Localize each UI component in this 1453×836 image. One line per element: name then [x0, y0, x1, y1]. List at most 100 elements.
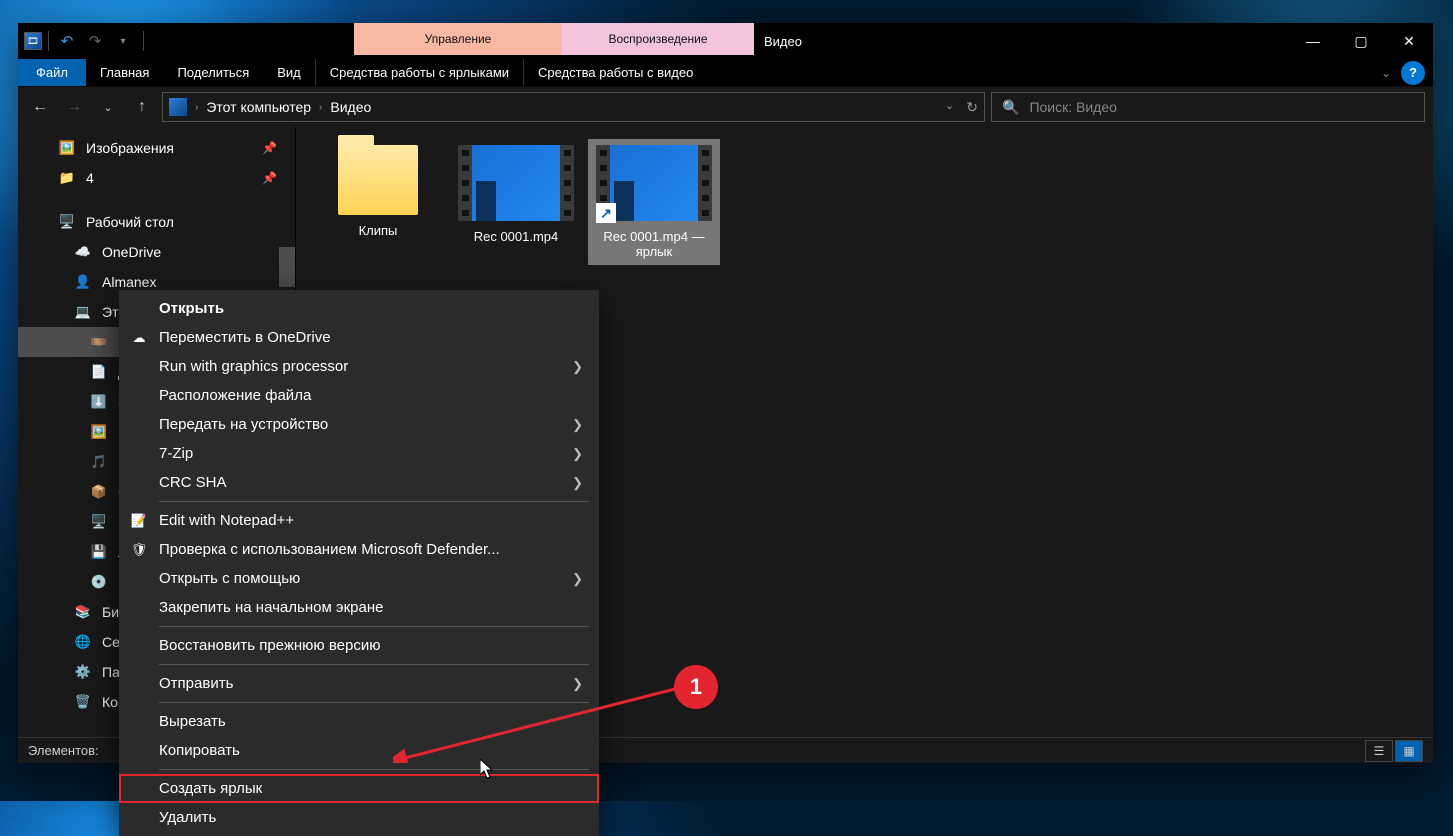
ribbon-tab-view[interactable]: Вид — [263, 59, 315, 86]
menu-item-label: Открыть с помощью — [159, 570, 300, 587]
context-menu-item[interactable]: Копировать — [119, 736, 599, 765]
menu-item-label: Передать на устройство — [159, 416, 328, 433]
folder-icon: 📦 — [90, 483, 108, 501]
close-button[interactable]: ✕ — [1385, 23, 1433, 59]
folder-icon: 📚 — [74, 603, 92, 621]
video-thumbnail: ↗ — [596, 145, 712, 221]
address-bar[interactable]: › Этот компьютер › Видео ⌄ ↻ — [162, 92, 985, 122]
submenu-arrow-icon: ❯ — [572, 417, 583, 433]
menu-item-label: Вырезать — [159, 713, 226, 730]
menu-item-label: Run with graphics processor — [159, 358, 348, 375]
title-bar: 🎞 ↶ ↷ ▾ Управление Воспроизведение Видео… — [18, 23, 1433, 59]
menu-item-label: Edit with Notepad++ — [159, 512, 294, 529]
context-menu-item[interactable]: Удалить — [119, 803, 599, 832]
submenu-arrow-icon: ❯ — [572, 359, 583, 375]
context-menu-item[interactable]: 7-Zip ❯ — [119, 439, 599, 468]
context-menu-item[interactable]: Открыть — [119, 294, 599, 323]
nav-up-button[interactable]: ↑ — [128, 93, 156, 121]
refresh-button[interactable]: ↻ — [966, 99, 978, 116]
context-menu-item[interactable]: 🛡Проверка с использованием Microsoft Def… — [119, 535, 599, 564]
submenu-arrow-icon: ❯ — [572, 446, 583, 462]
context-menu-item[interactable]: Run with graphics processor ❯ — [119, 352, 599, 381]
context-menu-item[interactable]: Передать на устройство ❯ — [119, 410, 599, 439]
context-menu-item[interactable]: Создать ярлык — [119, 774, 599, 803]
folder-icon: ☁️ — [74, 243, 92, 261]
context-menu-item[interactable]: Закрепить на начальном экране — [119, 593, 599, 622]
search-box[interactable]: 🔍 Поиск: Видео — [991, 92, 1425, 122]
sidebar-item[interactable]: 🖥️Рабочий стол — [18, 207, 295, 237]
location-icon — [169, 98, 187, 116]
breadcrumb-root[interactable]: Этот компьютер — [206, 99, 311, 115]
sidebar-item[interactable]: 🖼️Изображения📌 — [18, 133, 295, 163]
shortcut-overlay-icon: ↗ — [596, 203, 616, 223]
minimize-button[interactable]: ― — [1289, 23, 1337, 59]
tool-tab-manage[interactable]: Управление — [354, 23, 562, 55]
folder-icon: ⬇️ — [90, 393, 108, 411]
qat-dropdown[interactable]: ▾ — [111, 29, 135, 53]
folder-icon — [338, 145, 418, 215]
submenu-arrow-icon: ❯ — [572, 475, 583, 491]
folder-icon: 💻 — [74, 303, 92, 321]
menu-item-label: Открыть — [159, 300, 224, 317]
tool-tab-playback[interactable]: Воспроизведение — [562, 23, 754, 55]
folder-icon: 🖥️ — [90, 513, 108, 531]
menu-item-label: Расположение файла — [159, 387, 311, 404]
file-name: Rec 0001.mp4 — [456, 229, 576, 244]
ribbon-file-tab[interactable]: Файл — [18, 59, 86, 86]
sidebar-item-label: 4 — [86, 170, 94, 186]
annotation-marker: 1 — [674, 665, 718, 709]
folder-icon: ⚙️ — [74, 663, 92, 681]
menu-item-label: Закрепить на начальном экране — [159, 599, 383, 616]
context-menu-item[interactable]: Восстановить прежнюю версию — [119, 631, 599, 660]
undo-button[interactable]: ↶ — [55, 29, 79, 53]
file-item[interactable]: ↗Rec 0001.mp4 — ярлык — [588, 139, 720, 265]
window-title: Видео — [754, 23, 1289, 59]
address-dropdown-icon[interactable]: ⌄ — [945, 99, 954, 116]
sidebar-item-label: Almanex — [102, 274, 156, 290]
navigation-row: ← → ⌄ ↑ › Этот компьютер › Видео ⌄ ↻ 🔍 П… — [18, 87, 1433, 127]
folder-icon: 👤 — [74, 273, 92, 291]
file-item[interactable]: Клипы — [312, 139, 444, 244]
menu-item-label: 7-Zip — [159, 445, 193, 462]
breadcrumb-sep-icon: › — [195, 102, 198, 113]
quick-access-toolbar: 🎞 ↶ ↷ ▾ — [18, 23, 154, 59]
sidebar-item[interactable]: 📁4📌 — [18, 163, 295, 193]
ribbon-collapse-icon[interactable]: ⌄ — [1381, 66, 1391, 80]
view-large-icons-button[interactable]: ▦ — [1395, 740, 1423, 762]
file-name: Клипы — [318, 223, 438, 238]
menu-item-label: CRC SHA — [159, 474, 227, 491]
context-menu-item[interactable]: 📝Edit with Notepad++ — [119, 506, 599, 535]
sidebar-item[interactable]: ☁️OneDrive — [18, 237, 295, 267]
context-menu-item[interactable]: Открыть с помощью❯ — [119, 564, 599, 593]
breadcrumb-leaf[interactable]: Видео — [330, 99, 371, 115]
menu-item-label: Отправить — [159, 675, 233, 692]
ribbon-tabs: Файл Главная Поделиться Вид Средства раб… — [18, 59, 1433, 87]
view-details-button[interactable]: ☰ — [1365, 740, 1393, 762]
folder-icon: 🎵 — [90, 453, 108, 471]
maximize-button[interactable]: ▢ — [1337, 23, 1385, 59]
context-menu-item[interactable]: Расположение файла — [119, 381, 599, 410]
sidebar-item-label: Изображения — [86, 140, 174, 156]
context-menu-item[interactable]: Отправить ❯ — [119, 669, 599, 698]
submenu-arrow-icon: ❯ — [572, 676, 583, 692]
context-menu-item[interactable]: ☁Переместить в OneDrive — [119, 323, 599, 352]
redo-button[interactable]: ↷ — [83, 29, 107, 53]
status-item-count: Элементов: — [28, 743, 99, 758]
context-menu-item[interactable]: CRC SHA ❯ — [119, 468, 599, 497]
context-menu-item[interactable]: Вырезать — [119, 707, 599, 736]
nav-history-dropdown[interactable]: ⌄ — [94, 93, 122, 121]
ribbon-tab-share[interactable]: Поделиться — [163, 59, 263, 86]
menu-item-label: Удалить — [159, 809, 216, 826]
folder-icon: 🖼️ — [58, 139, 76, 157]
help-button[interactable]: ? — [1401, 61, 1425, 85]
folder-icon: 🗑️ — [74, 693, 92, 711]
app-icon: 🎞 — [24, 32, 42, 50]
nav-forward-button[interactable]: → — [60, 93, 88, 121]
nav-back-button[interactable]: ← — [26, 93, 54, 121]
ribbon-tool-shortcut[interactable]: Средства работы с ярлыками — [315, 59, 523, 86]
ribbon-tab-home[interactable]: Главная — [86, 59, 163, 86]
menu-item-icon: ☁ — [129, 328, 149, 348]
ribbon-tool-video[interactable]: Средства работы с видео — [523, 59, 707, 86]
menu-item-label: Создать ярлык — [159, 780, 262, 797]
file-item[interactable]: Rec 0001.mp4 — [450, 139, 582, 250]
